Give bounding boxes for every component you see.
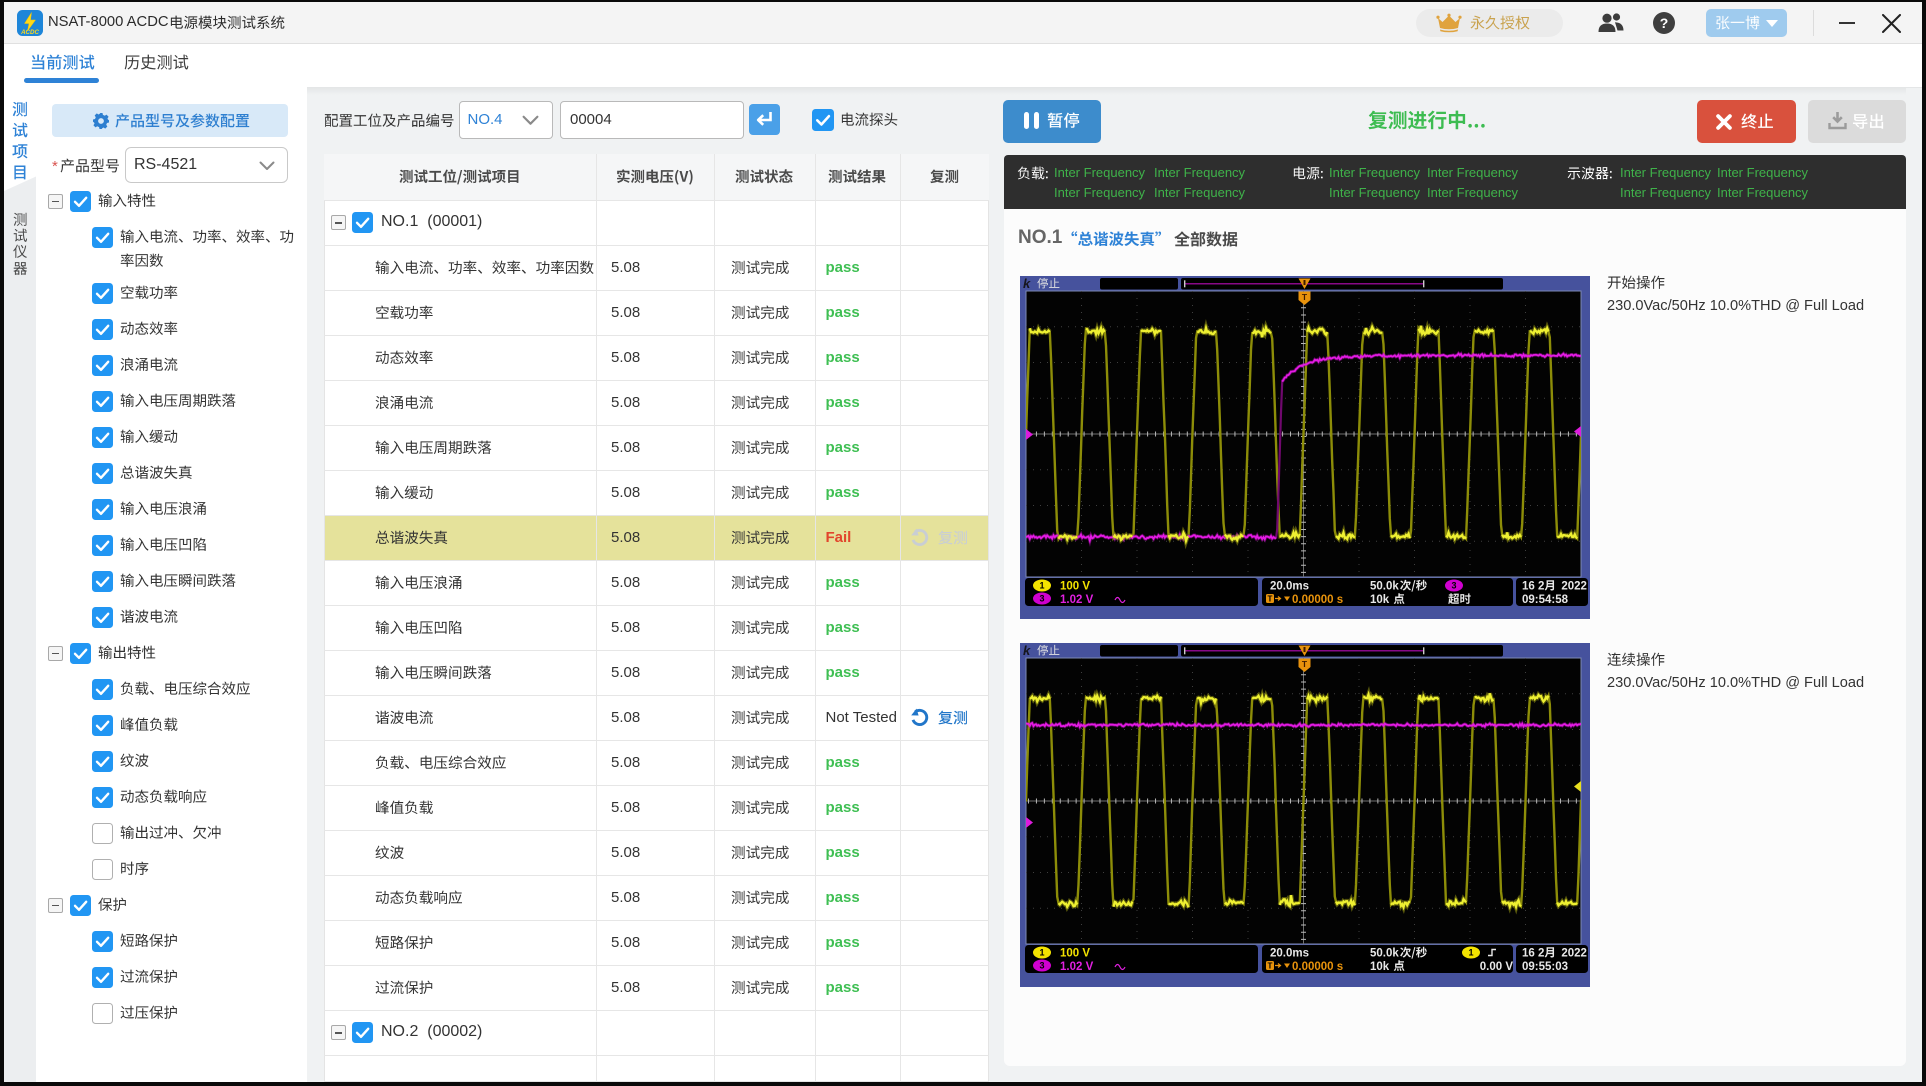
svg-text:20.0ms: 20.0ms (1270, 581, 1309, 593)
svg-text:3: 3 (1039, 594, 1044, 604)
svg-text:10k: 10k (1370, 961, 1390, 973)
svg-text:k: k (1023, 276, 1031, 291)
svg-text:T: T (1268, 595, 1273, 604)
svg-text:2022: 2022 (1561, 948, 1587, 960)
svg-text:100 V: 100 V (1060, 948, 1090, 960)
svg-text:50.0k: 50.0k (1370, 581, 1399, 593)
svg-text:3: 3 (1451, 581, 1456, 591)
svg-text:3: 3 (1039, 961, 1044, 971)
svg-text:09:54:58: 09:54:58 (1522, 594, 1569, 606)
svg-text:T: T (1268, 962, 1273, 971)
svg-text:?: ? (1660, 15, 1669, 31)
svg-text:16 2: 16 2 (1522, 581, 1544, 593)
svg-text:09:55:03: 09:55:03 (1522, 961, 1568, 973)
svg-text:20.0ms: 20.0ms (1270, 948, 1309, 960)
svg-text:100 V: 100 V (1060, 581, 1090, 593)
svg-text:1: 1 (1039, 581, 1044, 591)
svg-text:T: T (1302, 659, 1308, 669)
svg-text:0.00000 s: 0.00000 s (1292, 594, 1343, 606)
svg-text:0.00000 s: 0.00000 s (1292, 961, 1343, 973)
svg-text:2022: 2022 (1561, 581, 1587, 593)
svg-text:16 2: 16 2 (1522, 948, 1544, 960)
svg-text:0.00 V: 0.00 V (1480, 961, 1514, 973)
svg-text:10k: 10k (1370, 594, 1390, 606)
svg-text:ACDC: ACDC (20, 29, 39, 36)
svg-text:1.02 V: 1.02 V (1060, 961, 1094, 973)
svg-text:T: T (1302, 292, 1308, 302)
svg-text:1.02 V: 1.02 V (1060, 594, 1094, 606)
svg-text:1: 1 (1468, 948, 1473, 958)
svg-text:k: k (1023, 643, 1031, 658)
svg-text:1: 1 (1039, 948, 1044, 958)
svg-text:50.0k: 50.0k (1370, 948, 1399, 960)
